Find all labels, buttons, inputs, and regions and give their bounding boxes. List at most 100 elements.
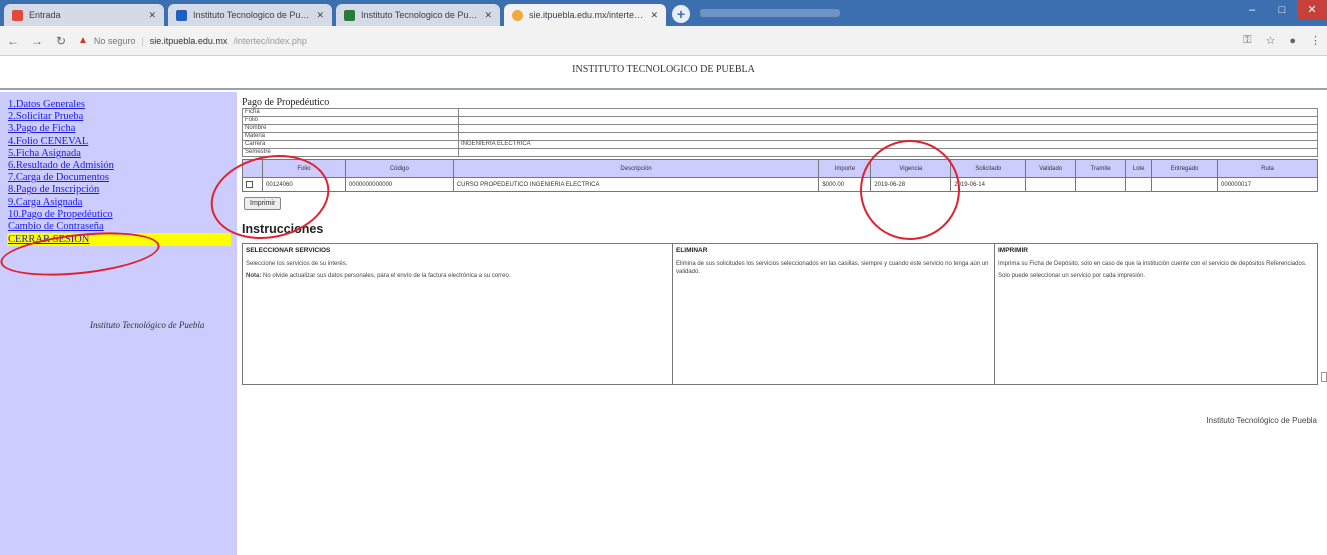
close-icon[interactable]: ✕ [316,10,324,21]
new-tab-button[interactable]: + [672,5,690,23]
browser-tab-bar: Entrada ✕ Instituto Tecnologico de Puebl… [0,0,1327,26]
sidebar-item-datos-generales[interactable]: 1.Datos Generales [8,99,234,111]
instructions-title: Instrucciones [242,222,324,236]
info-label: Ficha [242,108,459,117]
info-row: Folio [242,116,1318,125]
instruction-select: SELECCIONAR SERVICIOS Seleccione los ser… [243,244,673,384]
table-cell [1025,177,1077,192]
info-label: Materia [242,132,459,141]
sidebar-item-folio-ceneval[interactable]: 4.Folio CENEVAL [8,136,234,148]
instruction-text: Solo puede seleccionar un servicio por c… [998,272,1146,279]
column-header: Lote [1125,159,1153,178]
info-row: Nombre [242,124,1318,133]
student-info-table: Ficha Folio Nombre Materia Carrera INGENI… [242,108,1318,157]
table-header-row: Folio Código Descripción Importe Vigenci… [242,159,1318,178]
close-icon[interactable]: ✕ [148,10,156,21]
site-icon [512,9,523,21]
menu-icon[interactable]: ⋮ [1310,34,1321,47]
column-header: Tramite [1075,159,1127,178]
note-label: Nota: [246,272,262,279]
instruction-delete: ELIMINAR Elimina de sus solicitudes los … [673,244,995,384]
mail-icon [12,9,23,21]
table-cell [1125,177,1153,192]
close-icon[interactable]: ✕ [650,10,658,21]
table-cell: 0000000000000 [344,177,454,192]
sidebar-item-carga-documentos[interactable]: 7.Carga de Documentos [8,172,234,184]
window-close-icon[interactable]: ✕ [1297,0,1327,20]
browser-toolbar: ← → ↻ ▲ No seguro | sie.itpuebla.edu.mx /… [0,26,1327,56]
sidebar: 1.Datos Generales 2.Solicitar Prueba 3.P… [0,92,237,555]
scrollbar-thumb[interactable] [1321,372,1327,382]
column-header: Solicitado [950,159,1027,178]
sidebar-item-solicitar-prueba[interactable]: 2.Solicitar Prueba [8,111,234,123]
browser-tab-3[interactable]: sie.itpuebla.edu.mx/intertec/index.php ✕ [504,4,666,26]
page-icon [344,9,355,21]
instruction-heading: IMPRIMIR [998,247,1028,254]
column-header: Descripción [452,159,820,178]
instruction-heading: ELIMINAR [676,247,708,254]
info-value [458,124,1318,133]
sidebar-item-cambio-contrasena[interactable]: Cambio de Contraseña [8,221,234,233]
address-bar[interactable]: ▲ No seguro | sie.itpuebla.edu.mx/intert… [78,30,1233,52]
table-cell: 000000017 [1217,177,1318,192]
sidebar-item-resultado-admision[interactable]: 6.Resultado de Admisión [8,160,234,172]
column-header: Código [344,159,454,178]
profile-icon[interactable]: ● [1289,35,1296,47]
page-title: INSTITUTO TECNOLOGICO DE PUEBLA [0,57,1327,90]
warning-icon: ▲ [78,35,88,46]
info-label: Nombre [242,124,459,133]
back-icon[interactable]: ← [6,34,20,48]
minimize-icon[interactable]: – [1237,0,1267,20]
url-path: /intertec/index.php [233,35,307,46]
services-table: Folio Código Descripción Importe Vigenci… [242,159,1318,192]
info-row: Carrera INGENIERIA ELECTRICA [242,140,1318,149]
column-header: Validado [1025,159,1077,178]
table-cell: 2019-06-14 [950,177,1027,192]
browser-tab-0[interactable]: Entrada ✕ [4,4,164,26]
sidebar-item-pago-inscripcion[interactable]: 8.Pago de Inscripción [8,184,234,196]
sidebar-item-carga-asignada[interactable]: 9.Carga Asignada [8,197,234,209]
tab-label: Instituto Tecnologico de Puebla · Vista [361,10,479,20]
browser-tab-2[interactable]: Instituto Tecnologico de Puebla · Vista … [336,4,500,26]
url-host: sie.itpuebla.edu.mx [149,35,228,46]
info-row: Materia [242,132,1318,141]
forward-icon[interactable]: → [30,34,44,48]
tab-label: sie.itpuebla.edu.mx/intertec/index.php [529,10,644,20]
main-content: Pago de Propedéutico Ficha Folio Nombre … [242,97,1320,385]
sidebar-item-ficha-asignada[interactable]: 5.Ficha Asignada [8,148,234,160]
info-value [458,108,1318,117]
instruction-text: Seleccione los servicios de su interés. [246,261,348,268]
window-controls: – □ ✕ [1237,0,1327,20]
instruction-text: Nota: No olvide actualizar sus datos per… [246,272,511,279]
instructions-panel: SELECCIONAR SERVICIOS Seleccione los ser… [242,243,1318,385]
sidebar-menu: 1.Datos Generales 2.Solicitar Prueba 3.P… [7,99,234,247]
separator: | [141,35,144,46]
sidebar-item-pago-ficha[interactable]: 3.Pago de Ficha [8,123,234,135]
toolbar-right: ⚿ ☆ ● ⋮ [1243,34,1321,47]
info-value [458,132,1318,141]
instruction-print: IMPRIMIR Imprima su Ficha de Depósito, s… [995,244,1317,384]
column-header: Ruta [1217,159,1318,178]
instruction-text: Imprima su Ficha de Depósito, solo en ca… [998,261,1307,268]
sidebar-footer: Instituto Tecnológico de Puebla [90,320,205,330]
table-row: ☑ 00124060 0000000000000 CURSO PROPEDEUT… [242,177,1318,192]
info-row: Ficha [242,108,1318,117]
maximize-icon[interactable]: □ [1267,0,1297,20]
column-header: Entregado [1151,159,1219,178]
key-icon[interactable]: ⚿ [1243,34,1251,47]
browser-tab-1[interactable]: Instituto Tecnologico de Puebla · Vista … [168,4,332,26]
tab-placeholder [700,9,840,17]
info-label: Folio [242,116,459,125]
star-icon[interactable]: ☆ [1265,34,1275,47]
info-row: Semestre [242,148,1318,157]
table-cell [1075,177,1127,192]
info-value [458,116,1318,125]
sidebar-item-pago-propedeutico[interactable]: 10.Pago de Propedéutico [8,209,234,221]
table-cell [1151,177,1219,192]
document-icon [176,9,187,21]
close-icon[interactable]: ✕ [484,10,492,21]
reload-icon[interactable]: ↻ [54,34,68,48]
instruction-text: Elimina de sus solicitudes los servicios… [676,261,989,275]
section-title: Pago de Propedéutico [242,97,330,108]
screenshot-root: Entrada ✕ Instituto Tecnologico de Puebl… [0,0,1327,555]
